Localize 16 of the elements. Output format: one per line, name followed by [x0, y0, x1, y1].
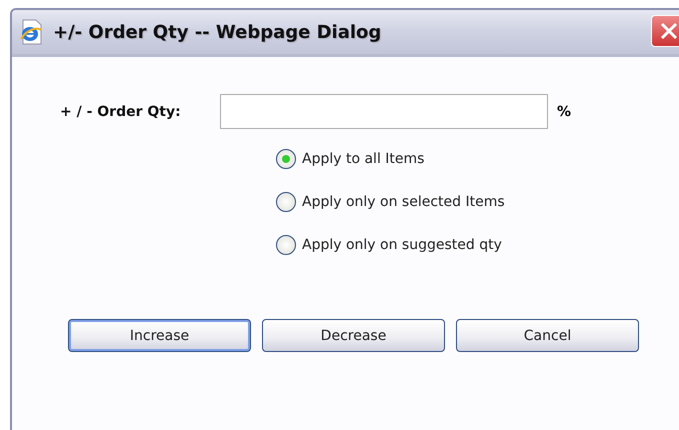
- radio-button[interactable]: [276, 235, 296, 255]
- field-label: + / - Order Qty:: [59, 104, 182, 120]
- action-button[interactable]: Cancel: [456, 319, 639, 352]
- radio-button[interactable]: [276, 192, 296, 212]
- browser-icon: [19, 19, 43, 45]
- option-label: Apply only on suggested qty: [302, 237, 502, 253]
- option-label: Apply only on selected Items: [302, 194, 505, 210]
- option-label: Apply to all Items: [302, 151, 424, 167]
- window-title: +/- Order Qty -- Webpage Dialog: [53, 22, 382, 42]
- unit-label: %: [557, 104, 572, 120]
- order-qty-field[interactable]: [220, 94, 548, 129]
- action-button[interactable]: Decrease: [262, 319, 445, 352]
- action-button[interactable]: Increase: [68, 319, 251, 352]
- close-icon: [659, 21, 679, 41]
- close-button[interactable]: [651, 15, 679, 47]
- radio-button[interactable]: [276, 149, 296, 169]
